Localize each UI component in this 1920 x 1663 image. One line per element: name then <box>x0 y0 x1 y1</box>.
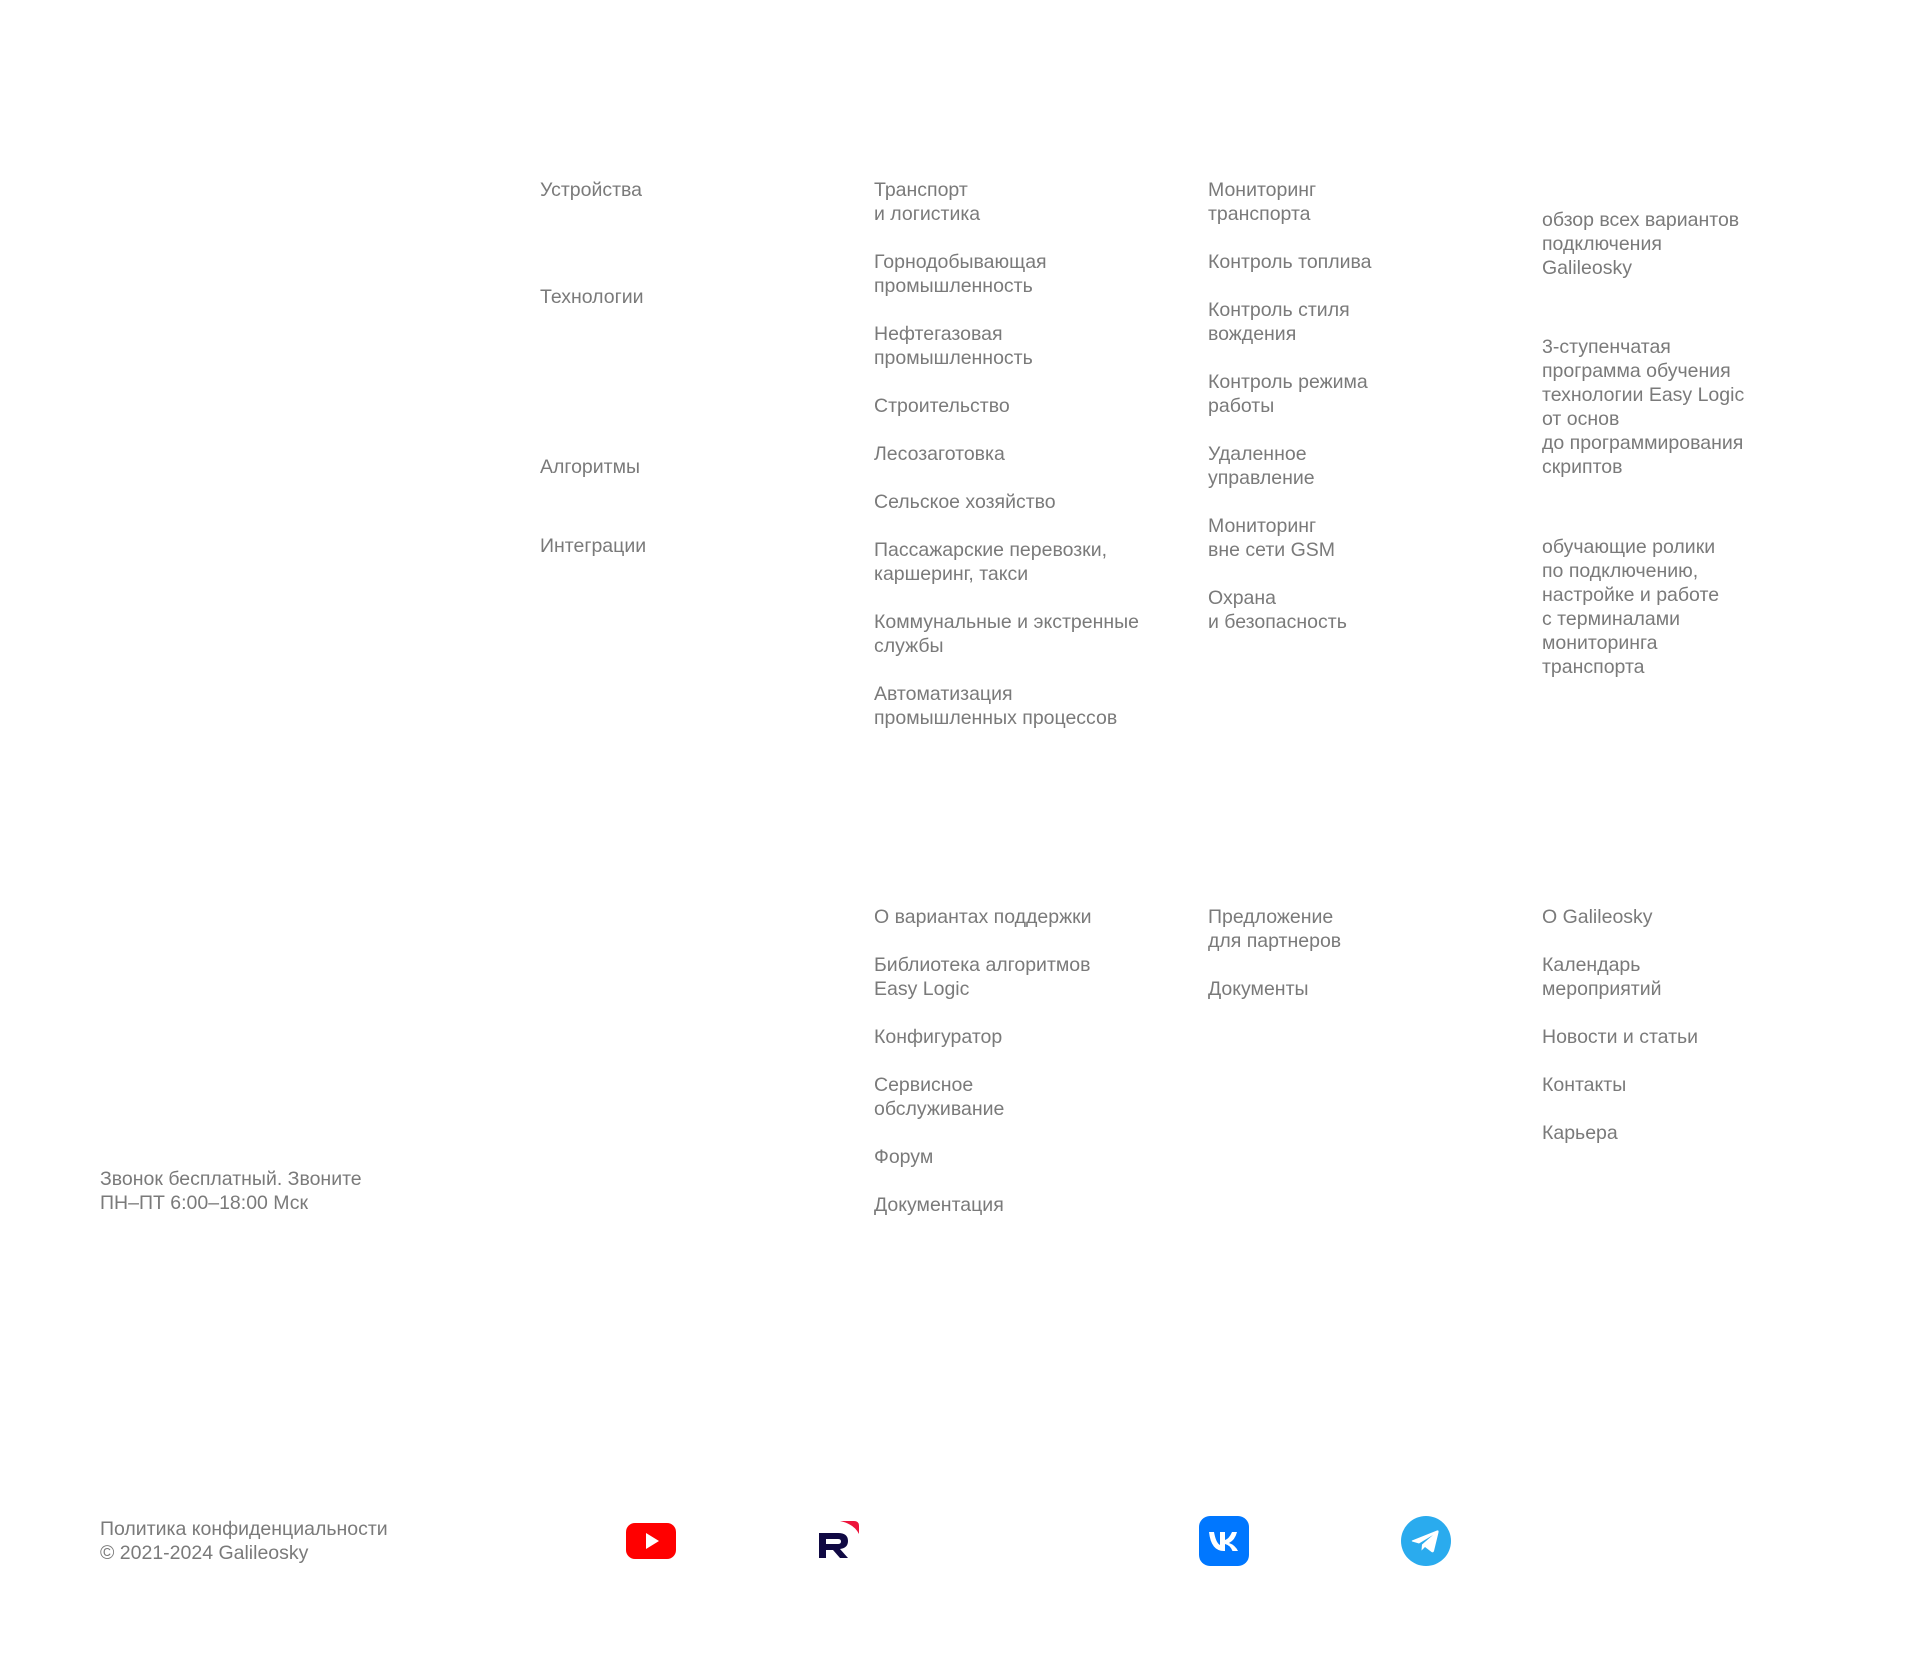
legal-block: Политика конфиденциальности © 2021-2024 … <box>100 1517 388 1565</box>
list-item: Горнодобывающая промышленность <box>874 250 1174 298</box>
list-item: Транспорт и логистика <box>874 178 1174 226</box>
company-link[interactable]: Календарь мероприятий <box>1542 953 1792 1001</box>
list-item: Карьера <box>1542 1121 1792 1145</box>
list-item: Мониторинг транспорта <box>1208 178 1458 226</box>
solution-link[interactable]: Мониторинг транспорта <box>1208 178 1458 226</box>
list-item: Контроль топлива <box>1208 250 1458 274</box>
support-link[interactable]: Сервисное обслуживание <box>874 1073 1174 1121</box>
support-link[interactable]: Библиотека алгоритмов Easy Logic <box>874 953 1174 1001</box>
industry-link[interactable]: Горнодобывающая промышленность <box>874 250 1174 298</box>
videos-promo-link[interactable]: обучающие ролики по подключению, настрой… <box>1542 535 1792 679</box>
telegram-icon <box>1401 1516 1451 1566</box>
list-item: Строительство <box>874 394 1174 418</box>
industry-link[interactable]: Строительство <box>874 394 1174 418</box>
list-item: Документация <box>874 1193 1174 1217</box>
company-link[interactable]: Новости и статьи <box>1542 1025 1792 1049</box>
solution-link[interactable]: Охрана и безопасность <box>1208 586 1458 634</box>
list-item: Контроль режима работы <box>1208 370 1458 418</box>
rutube-icon <box>819 1521 859 1558</box>
list-item: Конфигуратор <box>874 1025 1174 1049</box>
list-item: Пассажарские перевозки, каршеринг, такси <box>874 538 1174 586</box>
nav-technologies[interactable]: Технологии <box>540 285 644 309</box>
youtube-icon <box>626 1523 676 1559</box>
list-item: Удаленное управление <box>1208 442 1458 490</box>
company-link[interactable]: Контакты <box>1542 1073 1792 1097</box>
industry-link[interactable]: Нефтегазовая промышленность <box>874 322 1174 370</box>
support-list: О вариантах поддержки Библиотека алгорит… <box>874 905 1174 1241</box>
youtube-link[interactable] <box>625 1515 677 1567</box>
solutions-list: Мониторинг транспорта Контроль топлива К… <box>1208 178 1458 658</box>
list-item: Документы <box>1208 977 1458 1001</box>
list-item: О Galileosky <box>1542 905 1792 929</box>
industries-list: Транспорт и логистика Горнодобывающая пр… <box>874 178 1174 754</box>
company-link[interactable]: Карьера <box>1542 1121 1792 1145</box>
industry-link[interactable]: Коммунальные и экстренные службы <box>874 610 1174 658</box>
privacy-policy-link[interactable]: Политика конфиденциальности <box>100 1517 388 1541</box>
partners-list: Предложение для партнеров Документы <box>1208 905 1458 1025</box>
company-link[interactable]: О Galileosky <box>1542 905 1792 929</box>
rutube-link[interactable] <box>812 1514 864 1566</box>
list-item: О вариантах поддержки <box>874 905 1174 929</box>
vk-icon <box>1199 1516 1249 1566</box>
solution-link[interactable]: Мониторинг вне сети GSM <box>1208 514 1458 562</box>
list-item: Коммунальные и экстренные службы <box>874 610 1174 658</box>
support-link[interactable]: О вариантах поддержки <box>874 905 1174 929</box>
industry-link[interactable]: Сельское хозяйство <box>874 490 1174 514</box>
partners-link[interactable]: Документы <box>1208 977 1458 1001</box>
solution-link[interactable]: Контроль стиля вождения <box>1208 298 1458 346</box>
telegram-link[interactable] <box>1400 1515 1452 1567</box>
list-item: Календарь мероприятий <box>1542 953 1792 1001</box>
list-item: Контроль стиля вождения <box>1208 298 1458 346</box>
list-item: Предложение для партнеров <box>1208 905 1458 953</box>
support-link[interactable]: Документация <box>874 1193 1174 1217</box>
list-item: Библиотека алгоритмов Easy Logic <box>874 953 1174 1001</box>
list-item: Сельское хозяйство <box>874 490 1174 514</box>
solution-link[interactable]: Контроль топлива <box>1208 250 1458 274</box>
industry-link[interactable]: Транспорт и логистика <box>874 178 1174 226</box>
industry-link[interactable]: Лесозаготовка <box>874 442 1174 466</box>
company-list: О Galileosky Календарь мероприятий Новос… <box>1542 905 1792 1169</box>
industry-link[interactable]: Автоматизация промышленных процессов <box>874 682 1174 730</box>
list-item: Новости и статьи <box>1542 1025 1792 1049</box>
list-item: Автоматизация промышленных процессов <box>874 682 1174 730</box>
integrations-promo-link[interactable]: обзор всех вариантов подключения Galileo… <box>1542 208 1792 280</box>
support-link[interactable]: Форум <box>874 1145 1174 1169</box>
partners-link[interactable]: Предложение для партнеров <box>1208 905 1458 953</box>
support-link[interactable]: Конфигуратор <box>874 1025 1174 1049</box>
list-item: Лесозаготовка <box>874 442 1174 466</box>
list-item: Контакты <box>1542 1073 1792 1097</box>
list-item: Нефтегазовая промышленность <box>874 322 1174 370</box>
nav-integrations[interactable]: Интеграции <box>540 534 646 558</box>
nav-algorithms[interactable]: Алгоритмы <box>540 455 640 479</box>
education-promo-link[interactable]: 3-ступенчатая программа обучения техноло… <box>1542 335 1792 479</box>
copyright: © 2021-2024 Galileosky <box>100 1542 309 1564</box>
industry-link[interactable]: Пассажарские перевозки, каршеринг, такси <box>874 538 1174 586</box>
solution-link[interactable]: Контроль режима работы <box>1208 370 1458 418</box>
call-note: Звонок бесплатный. Звоните ПН–ПТ 6:00–18… <box>100 1168 362 1214</box>
list-item: Форум <box>874 1145 1174 1169</box>
solution-link[interactable]: Удаленное управление <box>1208 442 1458 490</box>
nav-devices[interactable]: Устройства <box>540 178 642 202</box>
list-item: Сервисное обслуживание <box>874 1073 1174 1121</box>
list-item: Охрана и безопасность <box>1208 586 1458 634</box>
vk-link[interactable] <box>1198 1515 1250 1567</box>
list-item: Мониторинг вне сети GSM <box>1208 514 1458 562</box>
